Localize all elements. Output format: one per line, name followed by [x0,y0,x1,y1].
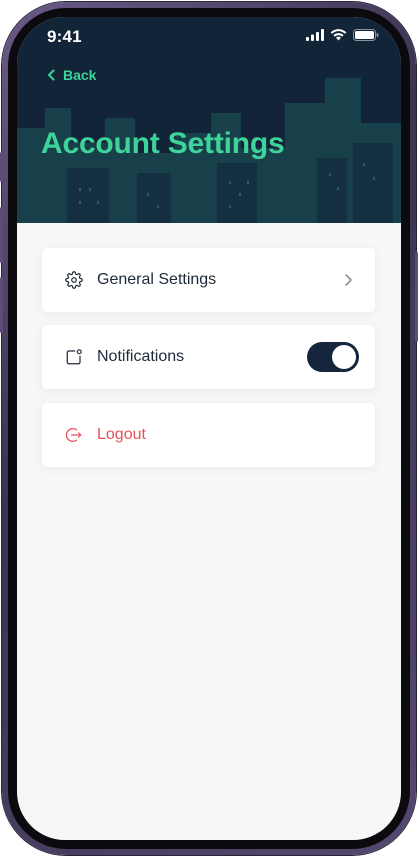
chevron-left-icon [48,69,55,81]
back-label: Back [63,67,97,83]
wifi-icon [330,29,347,41]
notification-badge-icon [66,349,82,365]
gear-icon [65,271,83,289]
cellular-signal-icon [306,29,324,41]
notifications-toggle[interactable] [307,342,359,372]
status-time: 9:41 [47,27,82,46]
home-indicator [144,827,274,832]
volume-down-button [0,277,3,333]
action-button [0,152,3,182]
notifications-item: Notifications [42,325,375,389]
status-icons [306,29,379,41]
screen: 9:41 Back Account Settings General Setti… [17,17,401,840]
chevron-right-icon [345,274,352,286]
header: 9:41 Back Account Settings [17,17,401,223]
toggle-knob [332,345,356,369]
volume-up-button [0,207,3,263]
logout-label: Logout [97,426,146,443]
back-button[interactable]: Back [47,67,96,83]
notifications-label: Notifications [97,348,185,365]
page-title: Account Settings [41,127,285,160]
general-settings-item[interactable]: General Settings [42,248,375,312]
status-bar: 9:41 [17,17,401,57]
general-settings-label: General Settings [97,271,217,288]
battery-icon [353,29,379,41]
logout-icon [65,428,82,442]
logout-item[interactable]: Logout [42,403,375,467]
